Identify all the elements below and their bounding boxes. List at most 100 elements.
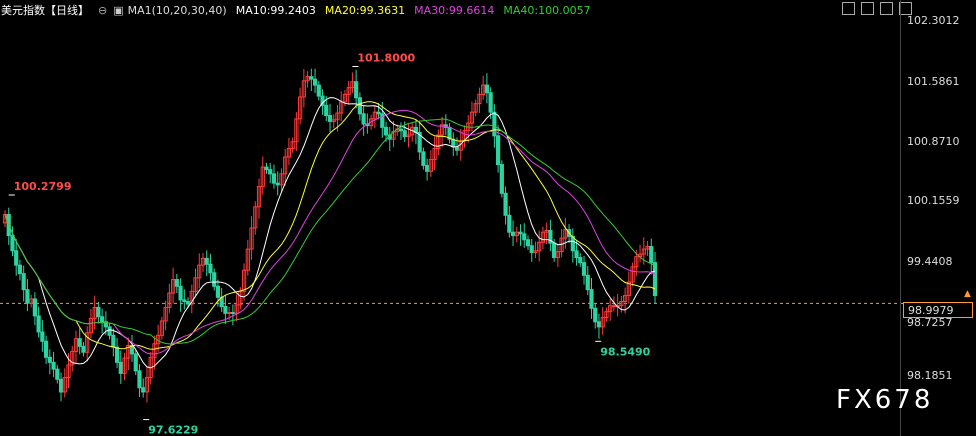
candle-body xyxy=(118,361,123,374)
annotation-label: 100.2799 xyxy=(14,180,72,193)
y-tick: 101.5861 xyxy=(907,75,960,88)
indicator-label: MA1(10,20,30,40) xyxy=(127,3,227,17)
candle-body xyxy=(312,78,318,86)
indicator-icon[interactable]: ▣ xyxy=(113,4,123,17)
ma30-value: MA30:99.6614 xyxy=(414,3,495,17)
settings-icon[interactable] xyxy=(861,2,874,15)
candle-body xyxy=(227,311,232,314)
candle-body xyxy=(529,245,534,253)
candle-body xyxy=(204,257,209,265)
candle-body xyxy=(525,239,531,247)
annotation-label: 97.6229 xyxy=(148,424,198,436)
candle-body xyxy=(96,306,101,318)
candle-body xyxy=(596,321,602,328)
candle-body xyxy=(652,262,658,297)
candle-body xyxy=(383,126,389,136)
candle-body xyxy=(17,264,23,275)
candle-body xyxy=(484,84,489,94)
candle-body xyxy=(271,173,277,184)
y-tick: 102.3012 xyxy=(907,14,960,27)
candle-body xyxy=(55,368,60,380)
candle-body xyxy=(581,262,587,276)
candle-body xyxy=(141,387,146,393)
candle-body xyxy=(58,378,64,393)
candle-body xyxy=(212,272,217,287)
candle-body xyxy=(111,334,116,348)
candle-body xyxy=(178,285,183,301)
candle-body xyxy=(215,285,221,298)
candle-body xyxy=(398,128,404,132)
annotation-label: 98.5490 xyxy=(600,345,650,358)
candle-body xyxy=(51,361,56,370)
candle-body xyxy=(518,231,523,235)
candle-body xyxy=(25,289,30,304)
candle-body xyxy=(185,301,191,305)
candle-body xyxy=(421,151,426,166)
candle-body xyxy=(81,345,86,353)
candle-body xyxy=(208,263,213,274)
candle-body xyxy=(47,356,52,363)
candle-body xyxy=(32,298,37,317)
candle-body xyxy=(357,97,362,115)
candle-body xyxy=(425,164,430,172)
candle-body xyxy=(316,84,321,97)
candlestick-chart[interactable]: 100.2799 97.6229 101.8000 98.5490 xyxy=(0,0,976,436)
candle-body xyxy=(309,76,314,80)
candle-body xyxy=(593,307,598,323)
candle-body xyxy=(499,164,504,194)
chart-title: 美元指数【日线】 xyxy=(1,4,89,17)
candle-body xyxy=(354,81,359,99)
candle-body xyxy=(522,233,527,241)
candle-body xyxy=(10,235,15,252)
chart-header: 美元指数【日线】 ⊖ ▣ MA1(10,20,30,40) MA10:99.24… xyxy=(0,0,600,20)
candle-body xyxy=(578,257,583,264)
candle-body xyxy=(114,346,120,363)
candle-body xyxy=(174,279,179,287)
candle-body xyxy=(496,135,501,166)
candle-body xyxy=(402,130,407,138)
candle-body xyxy=(507,214,512,233)
candle-body xyxy=(21,273,26,291)
candle-body xyxy=(324,104,329,117)
candle-body xyxy=(268,169,273,175)
candle-body xyxy=(361,113,366,125)
current-price-arrow: ▲ xyxy=(964,289,971,299)
y-tick: 98.1851 xyxy=(907,369,953,382)
candle-body xyxy=(503,192,508,216)
candle-body xyxy=(327,115,333,122)
candle-body xyxy=(585,274,590,291)
candle-body xyxy=(376,111,381,115)
crosshair-icon[interactable] xyxy=(842,2,855,15)
candle-body xyxy=(137,370,142,389)
candle-body xyxy=(589,289,594,309)
fx678-watermark: FX678 xyxy=(836,385,934,415)
y-tick: 100.1559 xyxy=(907,194,960,207)
candle-body xyxy=(43,340,49,358)
annotation-label: 101.8000 xyxy=(357,51,415,64)
candle-body xyxy=(275,182,280,186)
candle-body xyxy=(133,353,138,372)
candle-body xyxy=(488,92,493,113)
candle-body xyxy=(223,306,228,314)
candle-body xyxy=(230,311,235,314)
candle-body xyxy=(182,299,187,303)
ma20-value: MA20:99.3631 xyxy=(324,3,406,17)
y-tick: 100.8710 xyxy=(907,135,960,148)
current-price-label: 98.9979 xyxy=(903,302,973,318)
ma40-value: MA40:100.0057 xyxy=(503,3,591,17)
candle-body xyxy=(77,338,82,347)
candle-body xyxy=(510,231,516,237)
candle-body xyxy=(14,250,19,266)
candle-body xyxy=(552,242,557,259)
candle-body xyxy=(264,166,269,171)
candle-body xyxy=(100,316,105,323)
fullscreen-icon[interactable] xyxy=(880,2,893,15)
candle-body xyxy=(574,250,579,259)
candle-body xyxy=(36,315,41,333)
candle-body xyxy=(649,246,654,264)
candle-body xyxy=(40,331,45,342)
collapse-icon[interactable]: ⊖ xyxy=(98,4,107,17)
ma10-value: MA10:99.2403 xyxy=(235,3,316,17)
y-tick: 99.4408 xyxy=(907,255,953,268)
candle-body xyxy=(107,326,112,336)
